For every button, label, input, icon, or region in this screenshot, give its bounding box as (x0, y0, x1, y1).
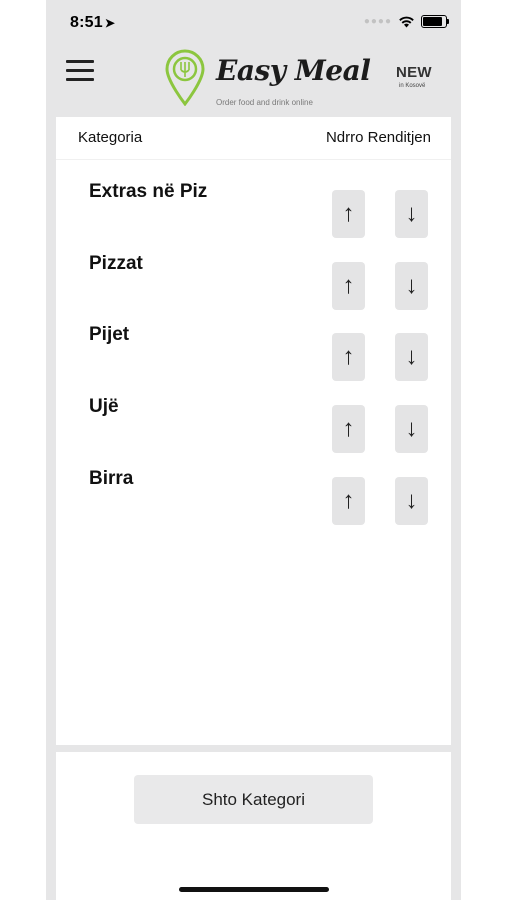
category-name: Pijet (89, 324, 130, 345)
phone-screen: 8:51 ➤ ●●●● Easy Meal Order food and drin… (46, 0, 461, 900)
table-row: Pijet ↑ ↓ (56, 318, 451, 390)
move-up-button[interactable]: ↑ (332, 262, 365, 310)
table-header: Kategoria Ndrro Renditjen (56, 117, 451, 160)
add-category-button[interactable]: Shto Kategori (134, 775, 373, 824)
arrow-down-icon: ↓ (405, 415, 418, 442)
location-pin-fork-icon (165, 49, 205, 106)
category-name: Ujë (89, 396, 119, 417)
arrow-down-icon: ↓ (405, 343, 418, 370)
badge-subtitle: in Kosovë (399, 83, 426, 89)
move-down-button[interactable]: ↓ (395, 405, 428, 453)
category-name: Birra (89, 468, 134, 489)
table-row: Pizzat ↑ ↓ (56, 247, 451, 319)
arrow-up-icon: ↑ (342, 272, 355, 299)
easy-meal-logo: Easy Meal Order food and drink online (164, 48, 371, 112)
cellular-dots-icon: ●●●● (363, 16, 392, 27)
arrow-up-icon: ↑ (342, 415, 355, 442)
move-up-button[interactable]: ↑ (332, 477, 365, 525)
status-time: 8:51 ➤ (70, 14, 115, 32)
table-row: Extras në Piz ↑ ↓ (56, 175, 451, 247)
section-divider (56, 745, 451, 752)
table-row: Birra ↑ ↓ (56, 462, 451, 534)
category-name: Pizzat (89, 253, 143, 274)
battery-icon (421, 15, 449, 28)
badge-title: NEW (396, 64, 432, 81)
footer-panel: Shto Kategori (56, 752, 451, 900)
move-down-button[interactable]: ↓ (395, 190, 428, 238)
arrow-down-icon: ↓ (405, 487, 418, 514)
arrow-up-icon: ↑ (342, 343, 355, 370)
table-row: Ujë ↑ ↓ (56, 390, 451, 462)
arrow-up-icon: ↑ (342, 487, 355, 514)
hamburger-menu-icon[interactable] (66, 60, 96, 82)
app-header: Easy Meal Order food and drink online NE… (46, 44, 461, 116)
status-bar: 8:51 ➤ ●●●● (46, 0, 461, 44)
column-reorder-header: Ndrro Renditjen (325, 129, 431, 146)
category-list: Kategoria Ndrro Renditjen Extras në Piz … (56, 117, 451, 745)
home-indicator[interactable] (179, 887, 329, 892)
logo-tagline: Order food and drink online (216, 98, 313, 107)
status-icons: ●●●● (363, 15, 449, 28)
column-category-header: Kategoria (78, 129, 143, 146)
arrow-down-icon: ↓ (405, 272, 418, 299)
arrow-up-icon: ↑ (342, 200, 355, 227)
move-down-button[interactable]: ↓ (395, 477, 428, 525)
move-down-button[interactable]: ↓ (395, 262, 428, 310)
status-time-text: 8:51 (70, 14, 103, 31)
new-in-kosovo-badge: NEW in Kosovë (393, 56, 435, 96)
logo-title: Easy Meal (216, 54, 371, 87)
move-up-button[interactable]: ↑ (332, 333, 365, 381)
category-name: Extras në Piz (89, 181, 208, 202)
move-down-button[interactable]: ↓ (395, 333, 428, 381)
move-up-button[interactable]: ↑ (332, 405, 365, 453)
wifi-icon (399, 16, 414, 27)
move-up-button[interactable]: ↑ (332, 190, 365, 238)
location-arrow-icon: ➤ (104, 16, 116, 30)
arrow-down-icon: ↓ (405, 200, 418, 227)
